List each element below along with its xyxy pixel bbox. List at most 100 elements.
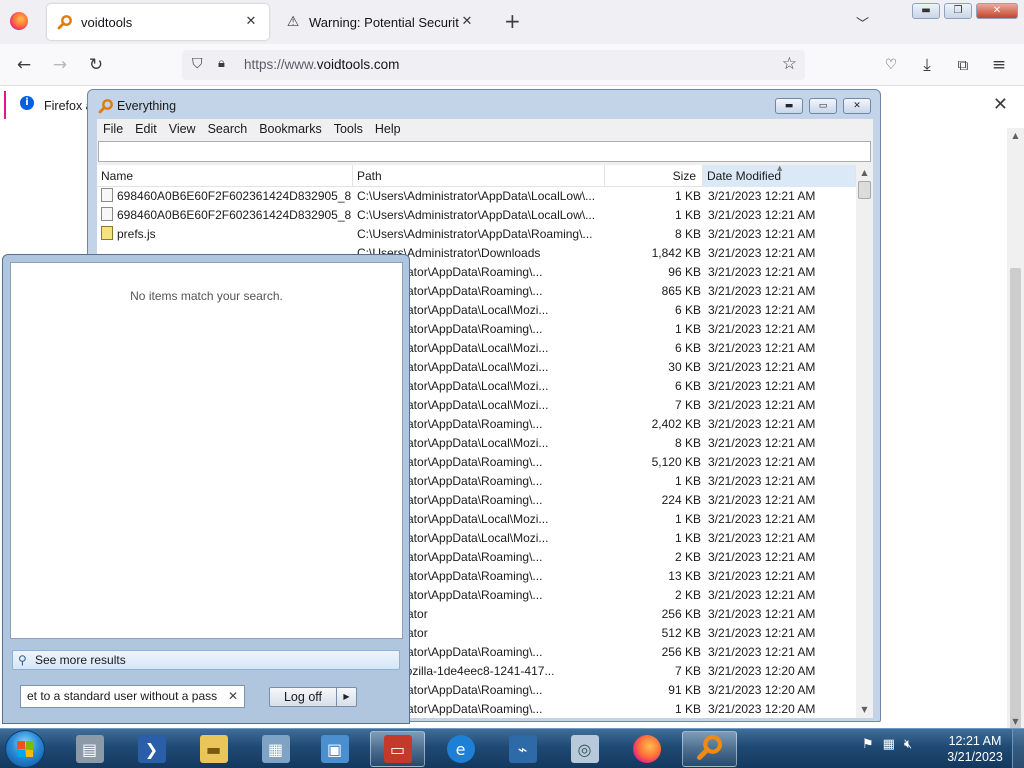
cell-date-modified: 3/21/2023 12:21 AM [708,265,816,279]
see-more-results-link[interactable]: ⚲ See more results [12,650,400,670]
volume-muted-icon[interactable]: 🔇︎ [904,737,912,752]
cell-date-modified: 3/21/2023 12:21 AM [708,531,816,545]
cell-date-modified: 3/21/2023 12:20 AM [708,664,816,678]
cell-date-modified: 3/21/2023 12:21 AM [708,569,816,583]
cell-date-modified: 3/21/2023 12:21 AM [708,189,816,203]
menu-view[interactable]: View [163,122,202,136]
network-icon: ⌁ [508,735,537,763]
table-row[interactable]: 698460A0B6E60F2F602361424D832905_8BB... C… [97,206,856,225]
cell-date-modified: 3/21/2023 12:21 AM [708,474,816,488]
control-panel-button[interactable]: ▣ [307,731,362,767]
everything-taskbar-button[interactable] [682,731,737,767]
shutdown-options-arrow[interactable]: ▶ [337,687,357,707]
system-tray: ⚑ ▦ 🔇︎ [862,737,912,752]
cell-date-modified: 3/21/2023 12:21 AM [708,379,816,393]
cell-date-modified: 3/21/2023 12:21 AM [708,493,816,507]
internet-explorer-button[interactable]: e [433,731,488,767]
cell-size: 1 KB [674,189,701,203]
network-button[interactable]: ⌁ [495,731,550,767]
back-arrow-icon[interactable]: ← [13,54,35,76]
column-name[interactable]: Name [97,165,353,187]
start-button[interactable] [5,730,45,768]
powershell-button[interactable]: ❯ [124,731,179,767]
clear-icon[interactable]: ✕ [228,689,238,703]
menu-bookmarks[interactable]: Bookmarks [253,122,328,136]
cell-size: 8 KB [674,436,701,450]
page-scrollbar[interactable]: ▲ ▼ [1007,128,1024,738]
minimize-button[interactable]: ▬ [912,3,940,19]
app-button-1[interactable]: ▦ [248,731,303,767]
toolbox-button[interactable]: ▭ [370,731,425,767]
url-text: https://www.voidtools.com [244,57,400,72]
cell-date-modified: 3/21/2023 12:21 AM [708,227,816,241]
folder-icon: ▬ [199,735,228,763]
cell-size: 30 KB [668,360,701,374]
menu-icon[interactable]: ≡ [988,54,1010,76]
server-manager-button[interactable]: ▤ [62,731,117,767]
menu-tools[interactable]: Tools [328,122,369,136]
scroll-down-icon[interactable]: ▼ [856,702,873,718]
tab-security-warning[interactable]: ⚠ Warning: Potential Security Risk ✕ [275,4,485,40]
bookmark-star-icon[interactable]: ☆ [782,54,797,74]
minimize-button[interactable]: ▬ [775,98,803,114]
menu-help[interactable]: Help [369,122,407,136]
chevron-down-icon[interactable]: ﹀ [856,13,869,32]
reload-icon[interactable]: ↻ [85,54,107,76]
network-tray-icon[interactable]: ▦ [883,737,895,752]
restore-button[interactable]: ❐ [944,3,972,19]
firefox-logo-icon[interactable] [10,12,28,30]
powershell-icon: ❯ [137,735,166,763]
search-icon: ⚲ [18,653,27,667]
cell-path: C:\Users\Administrator\AppData\LocalLow\… [357,189,596,203]
new-tab-button[interactable]: + [504,11,521,31]
menu-edit[interactable]: Edit [129,122,163,136]
firefox-taskbar-button[interactable] [619,731,674,767]
table-row[interactable]: prefs.js C:\Users\Administrator\AppData\R… [97,225,856,244]
scroll-thumb[interactable] [1010,268,1021,738]
media-button[interactable]: ◎ [557,731,612,767]
show-desktop-button[interactable] [1012,729,1024,768]
scroll-thumb[interactable] [858,181,871,199]
lock-icon[interactable]: 🔒︎ [218,56,225,71]
magnifier-icon [57,14,73,30]
close-window-button[interactable]: ✕ [843,98,871,114]
search-input[interactable] [98,141,871,162]
cell-size: 91 KB [668,683,701,697]
cell-size: 1 KB [674,702,701,716]
clock[interactable]: 12:21 AM 3/21/2023 [940,733,1010,765]
results-scrollbar[interactable]: ▲ ▼ [856,165,873,718]
cell-date-modified: 3/21/2023 12:21 AM [708,417,816,431]
log-off-button[interactable]: Log off [269,687,337,707]
column-size[interactable]: Size [605,165,703,187]
internet-explorer-icon: e [446,735,475,763]
cell-size: 6 KB [674,303,701,317]
forward-arrow-icon[interactable]: → [49,54,71,76]
menu-search[interactable]: Search [202,122,254,136]
close-icon[interactable]: ✕ [993,94,1008,115]
action-center-flag-icon[interactable]: ⚑ [862,737,874,752]
cell-date-modified: 3/21/2023 12:20 AM [708,683,816,697]
pocket-icon[interactable]: ♡ [880,54,902,76]
close-icon[interactable]: ✕ [459,14,475,30]
scroll-up-icon[interactable]: ▲ [1007,128,1024,144]
sort-arrow-icon: ▲ [777,165,783,172]
window-title-bar[interactable]: Everything ▬ ▭ ✕ [88,90,880,120]
cell-size: 1 KB [674,531,701,545]
start-search-input[interactable]: et to a standard user without a pass ✕ [20,685,245,708]
download-icon[interactable]: ⤓ [916,54,938,76]
tab-voidtools[interactable]: voidtools ✕ [47,4,269,40]
cell-date-modified: 3/21/2023 12:21 AM [708,246,816,260]
column-path[interactable]: Path [353,165,605,187]
extensions-icon[interactable]: ⧉ [952,54,974,76]
address-bar[interactable]: ⛉ 🔒︎ https://www.voidtools.com ☆ [182,50,805,80]
cell-size: 6 KB [674,341,701,355]
shield-icon[interactable]: ⛉ [192,56,203,72]
menu-file[interactable]: File [97,122,129,136]
maximize-button[interactable]: ▭ [809,98,837,114]
explorer-button[interactable]: ▬ [186,731,241,767]
scroll-up-icon[interactable]: ▲ [856,165,873,181]
cell-size: 7 KB [674,664,701,678]
close-icon[interactable]: ✕ [243,14,259,30]
close-window-button[interactable]: ✕ [976,3,1018,19]
table-row[interactable]: 698460A0B6E60F2F602361424D832905_8BB... C… [97,187,856,206]
